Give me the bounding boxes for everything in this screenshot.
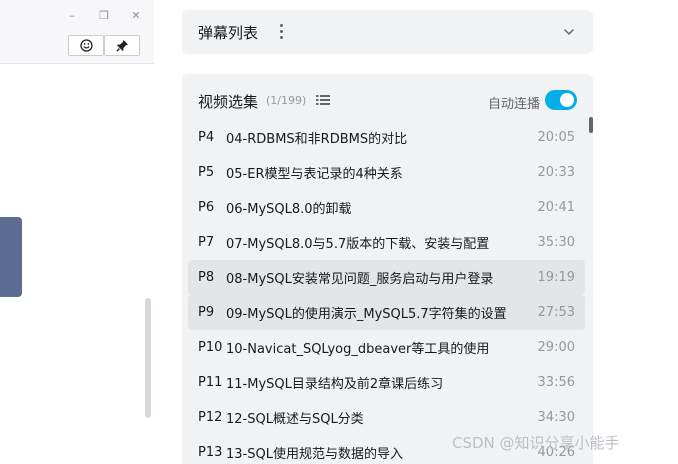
episode-title: 08-MySQL安装常见问题_服务启动与用户登录 <box>226 272 494 287</box>
episode-number: P5 <box>198 165 215 180</box>
episode-number: P7 <box>198 235 215 250</box>
episode-item[interactable]: P12 12-SQL概述与SQL分类 34:30 <box>188 400 585 435</box>
list-view-icon[interactable] <box>316 94 330 106</box>
episode-duration: 27:53 <box>537 305 575 320</box>
list-scrollbar[interactable] <box>589 117 593 133</box>
emoji-button[interactable] <box>68 35 104 56</box>
autoplay-toggle[interactable] <box>545 90 577 110</box>
episode-number: P13 <box>198 445 223 460</box>
episode-item[interactable]: P11 11-MySQL目录结构及前2章课后练习 33:56 <box>188 365 585 400</box>
episode-title: 06-MySQL8.0的卸载 <box>226 202 352 217</box>
episode-duration: 20:41 <box>537 200 575 215</box>
window-titlebar: – ❐ ✕ <box>0 0 154 64</box>
page-root: – ❐ ✕ 弹幕列表 视频选集 (1/199) 自动连播 P4 04-RDBMS… <box>0 0 678 464</box>
minimize-icon[interactable]: – <box>64 8 80 24</box>
collection-count: (1/199) <box>266 94 307 107</box>
episode-number: P8 <box>198 270 215 285</box>
toggle-knob <box>560 93 574 107</box>
episode-number: P10 <box>198 340 223 355</box>
pin-icon <box>115 40 128 52</box>
episode-item[interactable]: P4 04-RDBMS和非RDBMS的对比 20:05 <box>188 120 585 155</box>
episode-list: P4 04-RDBMS和非RDBMS的对比 20:05 P5 05-ER模型与表… <box>188 120 585 464</box>
restore-icon[interactable]: ❐ <box>96 8 112 24</box>
episode-duration: 20:05 <box>537 130 575 145</box>
episode-item[interactable]: P10 10-Navicat_SQLyog_dbeaver等工具的使用 29:0… <box>188 330 585 365</box>
danmaku-panel[interactable]: 弹幕列表 <box>182 10 593 54</box>
episode-duration: 34:30 <box>537 410 575 425</box>
episode-number: P6 <box>198 200 215 215</box>
side-tab[interactable] <box>0 217 22 297</box>
more-options-icon[interactable] <box>276 21 286 41</box>
danmaku-title: 弹幕列表 <box>198 24 259 42</box>
episode-duration: 35:30 <box>537 235 575 250</box>
episode-number: P4 <box>198 130 215 145</box>
close-icon[interactable]: ✕ <box>128 8 144 24</box>
pin-button[interactable] <box>104 35 140 56</box>
video-collection-panel: 视频选集 (1/199) 自动连播 P4 04-RDBMS和非RDBMS的对比 … <box>182 74 593 464</box>
episode-duration: 29:00 <box>537 340 575 355</box>
episode-duration: 33:56 <box>537 375 575 390</box>
episode-title: 11-MySQL目录结构及前2章课后练习 <box>226 377 444 392</box>
chevron-down-icon[interactable] <box>563 26 575 38</box>
episode-item-hovered[interactable]: P8 08-MySQL安装常见问题_服务启动与用户登录 19:19 <box>188 260 585 295</box>
floating-window: – ❐ ✕ <box>0 0 154 464</box>
window-body <box>0 65 154 464</box>
episode-title: 10-Navicat_SQLyog_dbeaver等工具的使用 <box>226 342 490 357</box>
episode-title: 07-MySQL8.0与5.7版本的下载、安装与配置 <box>226 237 490 252</box>
emoji-icon <box>79 39 93 52</box>
episode-item[interactable]: P7 07-MySQL8.0与5.7版本的下载、安装与配置 35:30 <box>188 225 585 260</box>
episode-item[interactable]: P5 05-ER模型与表记录的4种关系 20:33 <box>188 155 585 190</box>
episode-number: P9 <box>198 305 215 320</box>
window-scrollbar[interactable] <box>145 298 151 418</box>
episode-title: 12-SQL概述与SQL分类 <box>226 412 364 427</box>
watermark: CSDN @知识分享小能手 <box>452 434 620 452</box>
episode-title: 09-MySQL的使用演示_MySQL5.7字符集的设置 <box>226 307 507 322</box>
episode-item-hovered[interactable]: P9 09-MySQL的使用演示_MySQL5.7字符集的设置 27:53 <box>188 295 585 330</box>
episode-duration: 20:33 <box>537 165 575 180</box>
episode-title: 04-RDBMS和非RDBMS的对比 <box>226 132 408 147</box>
episode-number: P11 <box>198 375 223 390</box>
episode-number: P12 <box>198 410 223 425</box>
autoplay-label: 自动连播 <box>488 97 541 112</box>
episode-title: 05-ER模型与表记录的4种关系 <box>226 167 403 182</box>
collection-title: 视频选集 <box>198 93 259 111</box>
episode-duration: 19:19 <box>537 270 575 285</box>
episode-item[interactable]: P6 06-MySQL8.0的卸载 20:41 <box>188 190 585 225</box>
